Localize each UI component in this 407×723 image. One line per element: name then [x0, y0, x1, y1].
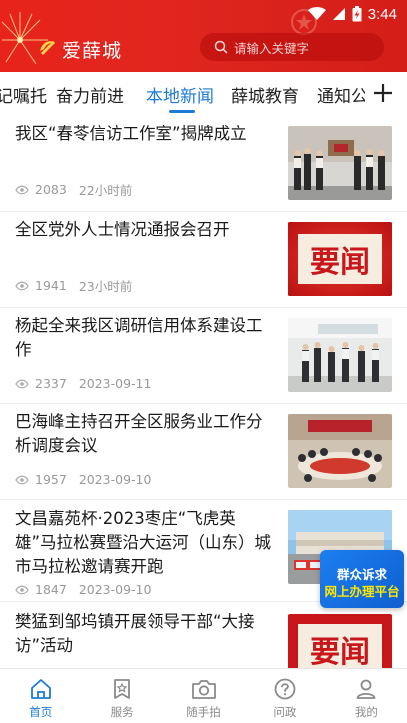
ceremony-photo	[288, 126, 392, 200]
camera-icon	[191, 680, 216, 699]
app-brand-title: 爱薛城	[62, 40, 123, 62]
view-count: 2083	[35, 182, 67, 197]
service-icon	[114, 679, 131, 699]
category-tabs: 记嘱托 奋力前进 本地新闻 薛城教育 通知公	[0, 72, 407, 116]
news-item[interactable]: 我区“春苓信访工作室”揭牌成立 2083 22小时前	[0, 116, 407, 212]
eye-icon	[15, 475, 29, 484]
eye-icon	[15, 585, 29, 594]
view-count: 2337	[35, 376, 67, 391]
eye-icon	[15, 185, 29, 194]
nav-profile[interactable]: 我的	[326, 669, 407, 723]
news-title: 杨起全来我区调研信用体系建设工作	[15, 316, 263, 359]
eye-icon	[15, 379, 29, 388]
news-title: 樊猛到邹坞镇开展领导干部“大接访”活动	[15, 612, 255, 655]
question-icon	[274, 678, 296, 700]
search-icon	[214, 40, 228, 54]
bottom-navigation: 首页 服务 随手拍 问政 我的	[0, 668, 407, 723]
search-input[interactable]: 请输入关键字	[200, 33, 384, 61]
add-tab-button[interactable]	[369, 78, 397, 108]
news-title: 我区“春苓信访工作室”揭牌成立	[15, 124, 247, 143]
publish-time: 2023-09-10	[78, 472, 152, 487]
nav-service[interactable]: 服务	[81, 669, 162, 723]
nav-home[interactable]: 首页	[0, 669, 81, 723]
yaowen-text: 要闻	[310, 245, 370, 280]
news-item[interactable]: 巴海峰主持召开全区服务业工作分析调度会议 1957 2023-09-10	[0, 404, 407, 500]
view-count: 1941	[35, 278, 67, 293]
news-item[interactable]: 全区党外人士情况通报会召开 1941 23小时前 要闻	[0, 212, 407, 308]
view-count: 1957	[35, 472, 67, 487]
news-title: 文昌嘉苑杯·2023枣庄“飞虎英雄”马拉松赛暨沿大运河（山东）城市马拉松邀请赛开…	[15, 509, 272, 576]
news-thumbnail	[288, 414, 392, 488]
tab-local-news[interactable]: 本地新闻	[146, 82, 214, 107]
nav-inquiry-label: 问政	[273, 705, 297, 719]
tab-notices[interactable]: 通知公	[317, 82, 365, 107]
news-title: 巴海峰主持召开全区服务业工作分析调度会议	[15, 412, 263, 455]
search-placeholder: 请输入关键字	[234, 40, 310, 56]
status-time: 3:44	[367, 5, 397, 23]
news-meta: 1957 2023-09-10	[15, 472, 151, 487]
user-icon	[356, 679, 376, 699]
home-icon	[30, 679, 51, 699]
app-header: 爱薛城 3:44 请输入关键字	[0, 0, 407, 72]
news-item[interactable]: 樊猛到邹坞镇开展领导干部“大接访”活动 要闻	[0, 602, 407, 672]
wifi-icon	[307, 7, 326, 20]
active-tab-indicator	[169, 110, 195, 113]
nav-profile-label: 我的	[354, 705, 378, 719]
meeting-photo	[288, 414, 392, 488]
badge-line2: 网上办理平台	[324, 584, 400, 599]
view-count: 1847	[35, 582, 67, 597]
yaowen-banner: 要闻	[288, 222, 392, 296]
publish-time: 2023-09-10	[78, 582, 152, 597]
publish-time: 23小时前	[78, 279, 133, 294]
plus-icon	[374, 84, 392, 102]
nav-snapshot[interactable]: 随手拍	[163, 669, 244, 723]
news-meta: 1847 2023-09-10	[15, 582, 151, 597]
nav-home-label: 首页	[29, 705, 53, 719]
tab-fenliqianjin[interactable]: 奋力前进	[56, 82, 124, 107]
status-bar: 3:44	[307, 5, 397, 23]
tab-jizhutuo[interactable]: 记嘱托	[0, 82, 47, 107]
nav-service-label: 服务	[110, 705, 134, 719]
news-thumbnail: 要闻	[288, 614, 392, 672]
news-thumbnail	[288, 318, 392, 392]
nav-inquiry[interactable]: 问政	[244, 669, 325, 723]
news-item[interactable]: 杨起全来我区调研信用体系建设工作 2337 2023-09-11	[0, 308, 407, 404]
publish-time: 22小时前	[78, 183, 133, 198]
news-title: 全区党外人士情况通报会召开	[15, 220, 230, 239]
nav-snapshot-label: 随手拍	[186, 705, 221, 719]
news-thumbnail: 要闻	[288, 222, 392, 296]
petition-platform-badge[interactable]: 群众诉求 网上办理平台	[320, 550, 404, 608]
news-meta: 2083 22小时前	[15, 180, 132, 199]
yaowen-banner: 要闻	[288, 614, 392, 672]
eye-icon	[15, 281, 29, 290]
news-thumbnail	[288, 126, 392, 200]
tabs-scroller[interactable]: 记嘱托 奋力前进 本地新闻 薛城教育 通知公	[0, 72, 365, 116]
news-meta: 2337 2023-09-11	[15, 376, 151, 391]
news-meta: 1941 23小时前	[15, 276, 132, 295]
tab-xuecheng-education[interactable]: 薛城教育	[231, 82, 299, 107]
yaowen-text: 要闻	[310, 635, 370, 670]
publish-time: 2023-09-11	[78, 376, 152, 391]
party-emblem-icon	[40, 41, 55, 55]
signal-icon	[332, 8, 345, 20]
battery-charging-icon	[352, 6, 362, 22]
visit-photo	[288, 318, 392, 392]
